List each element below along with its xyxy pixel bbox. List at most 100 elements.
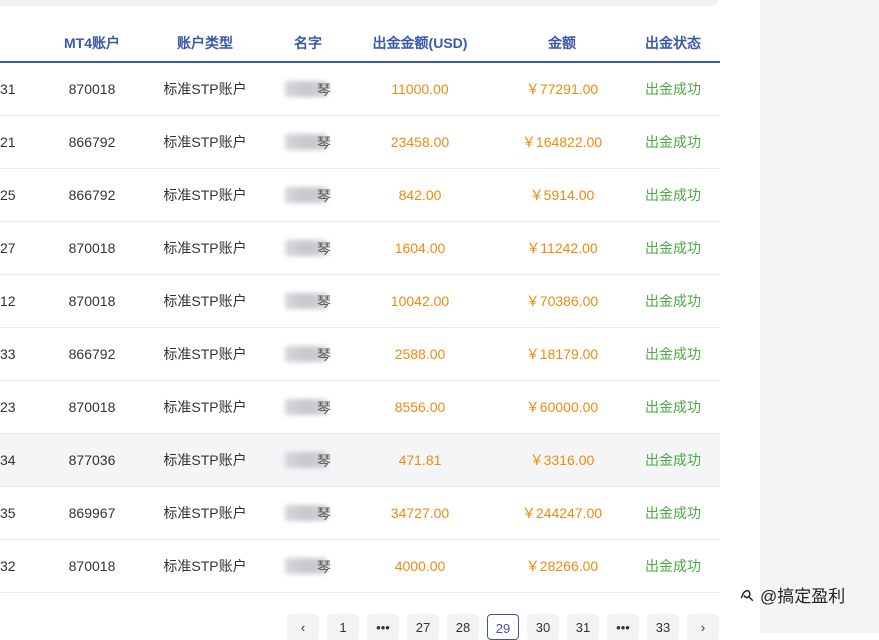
name-visible-char: 琴 xyxy=(317,400,331,416)
name-visible-char: 琴 xyxy=(317,506,331,522)
page-button-1[interactable]: 1 xyxy=(327,614,359,640)
name-redacted: 琴 xyxy=(285,503,331,523)
name-redacted: 琴 xyxy=(285,450,331,470)
name-redacted: 琴 xyxy=(285,344,331,364)
table-row[interactable]: 32 870018 标准STP账户 琴 4000.00 ￥28266.00 出金成功 xyxy=(0,540,720,593)
table-header: MT4账户 账户类型 名字 出金金额(USD) 金额 出金状态 xyxy=(0,20,720,63)
usd-amount: 8556.00 xyxy=(394,399,446,415)
name-visible-char: 琴 xyxy=(317,559,331,575)
prev-page-button[interactable]: ‹ xyxy=(287,614,319,640)
row-id: 32 xyxy=(0,558,16,574)
cny-amount: ￥77291.00 xyxy=(525,81,599,97)
usd-amount: 4000.00 xyxy=(394,558,446,574)
usd-amount: 23458.00 xyxy=(390,134,450,150)
row-id: 31 xyxy=(0,81,16,97)
mt4-account: 866792 xyxy=(68,346,116,362)
page-ellipsis-button[interactable]: ••• xyxy=(607,614,639,640)
table-row[interactable]: 34 877036 标准STP账户 琴 471.81 ￥3316.00 出金成功 xyxy=(0,434,720,487)
name-visible-char: 琴 xyxy=(317,241,331,257)
name-redacted: 琴 xyxy=(285,397,331,417)
page-button-31[interactable]: 31 xyxy=(567,614,599,640)
cny-amount: ￥3316.00 xyxy=(529,452,595,468)
col-header-mt4[interactable]: MT4账户 xyxy=(42,20,142,63)
account-type: 标准STP账户 xyxy=(163,452,247,468)
col-header-name[interactable]: 名字 xyxy=(270,20,346,63)
withdrawal-status: 出金成功 xyxy=(645,187,701,203)
page-button-27[interactable]: 27 xyxy=(407,614,439,640)
usd-amount: 34727.00 xyxy=(390,505,450,521)
customer-name: 琴 xyxy=(270,169,346,221)
name-visible-char: 琴 xyxy=(317,453,331,469)
page-button-29[interactable]: 29 xyxy=(487,614,519,640)
name-visible-char: 琴 xyxy=(317,347,331,363)
table-row[interactable]: 23 870018 标准STP账户 琴 8556.00 ￥60000.00 出金成功 xyxy=(0,381,720,434)
top-scrollbar[interactable] xyxy=(0,0,718,6)
account-type: 标准STP账户 xyxy=(163,505,247,521)
usd-amount: 842.00 xyxy=(398,187,442,203)
name-visible-char: 琴 xyxy=(317,82,331,98)
withdrawal-status: 出金成功 xyxy=(645,293,701,309)
cny-amount: ￥5914.00 xyxy=(529,187,595,203)
name-redacted: 琴 xyxy=(285,79,331,99)
row-id: 21 xyxy=(0,134,16,150)
mt4-account: 877036 xyxy=(68,452,116,468)
withdrawal-status: 出金成功 xyxy=(645,81,701,97)
withdrawal-status: 出金成功 xyxy=(645,346,701,362)
table-row[interactable]: 12 870018 标准STP账户 琴 10042.00 ￥70386.00 出金成功 xyxy=(0,275,720,328)
col-header-usd-amount[interactable]: 出金金额(USD) xyxy=(360,20,480,63)
usd-amount: 471.81 xyxy=(398,452,442,468)
customer-name: 琴 xyxy=(270,116,346,168)
customer-name: 琴 xyxy=(270,381,346,433)
table-row[interactable]: 35 869967 标准STP账户 琴 34727.00 ￥244247.00 出金成功 xyxy=(0,487,720,540)
account-type: 标准STP账户 xyxy=(163,293,247,309)
name-visible-char: 琴 xyxy=(317,188,331,204)
mt4-account: 866792 xyxy=(68,134,116,150)
customer-name: 琴 xyxy=(270,434,346,486)
col-header-amount[interactable]: 金额 xyxy=(500,20,624,63)
cny-amount: ￥11242.00 xyxy=(526,240,598,256)
account-type: 标准STP账户 xyxy=(163,187,247,203)
cny-amount: ￥70386.00 xyxy=(525,293,599,309)
account-type: 标准STP账户 xyxy=(163,81,247,97)
mt4-account: 869967 xyxy=(68,505,116,521)
name-redacted: 琴 xyxy=(285,291,331,311)
cny-amount: ￥164822.00 xyxy=(521,134,603,150)
withdrawal-status: 出金成功 xyxy=(645,134,701,150)
pagination: ‹ 1 ••• 27 28 29 30 31 ••• 33 › xyxy=(0,614,760,640)
row-id: 27 xyxy=(0,240,16,256)
watermark: @搞定盈利 xyxy=(738,582,878,606)
mt4-account: 870018 xyxy=(68,558,116,574)
page-button-28[interactable]: 28 xyxy=(447,614,479,640)
customer-name: 琴 xyxy=(270,275,346,327)
table-row[interactable]: 21 866792 标准STP账户 琴 23458.00 ￥164822.00 出金成功 xyxy=(0,116,720,169)
page-button-33[interactable]: 33 xyxy=(647,614,679,640)
next-page-button[interactable]: › xyxy=(687,614,719,640)
page-ellipsis-button[interactable]: ••• xyxy=(367,614,399,640)
customer-name: 琴 xyxy=(270,222,346,274)
watermark-text: @搞定盈利 xyxy=(760,586,846,606)
account-type: 标准STP账户 xyxy=(163,346,247,362)
table-row[interactable]: 31 870018 标准STP账户 琴 11000.00 ￥77291.00 出金成功 xyxy=(0,63,720,116)
account-type: 标准STP账户 xyxy=(163,399,247,415)
page-side-background xyxy=(760,0,879,633)
mt4-account: 870018 xyxy=(68,293,116,309)
name-redacted: 琴 xyxy=(285,556,331,576)
row-id: 35 xyxy=(0,505,16,521)
withdrawal-table: MT4账户 账户类型 名字 出金金额(USD) 金额 出金状态 31 870018… xyxy=(0,20,720,593)
account-type: 标准STP账户 xyxy=(163,134,247,150)
row-id: 33 xyxy=(0,346,16,362)
account-type: 标准STP账户 xyxy=(163,558,247,574)
page-button-30[interactable]: 30 xyxy=(527,614,559,640)
table-row[interactable]: 25 866792 标准STP账户 琴 842.00 ￥5914.00 出金成功 xyxy=(0,169,720,222)
withdrawal-status: 出金成功 xyxy=(645,505,701,521)
col-header-account-type[interactable]: 账户类型 xyxy=(150,20,260,63)
col-header-status[interactable]: 出金状态 xyxy=(628,20,718,63)
mt4-account: 870018 xyxy=(68,240,116,256)
table-row[interactable]: 27 870018 标准STP账户 琴 1604.00 ￥11242.00 出金成功 xyxy=(0,222,720,275)
cny-amount: ￥60000.00 xyxy=(525,399,599,415)
usd-amount: 11000.00 xyxy=(391,81,449,97)
customer-name: 琴 xyxy=(270,328,346,380)
name-visible-char: 琴 xyxy=(317,294,331,310)
account-type: 标准STP账户 xyxy=(163,240,247,256)
table-row[interactable]: 33 866792 标准STP账户 琴 2588.00 ￥18179.00 出金成功 xyxy=(0,328,720,381)
